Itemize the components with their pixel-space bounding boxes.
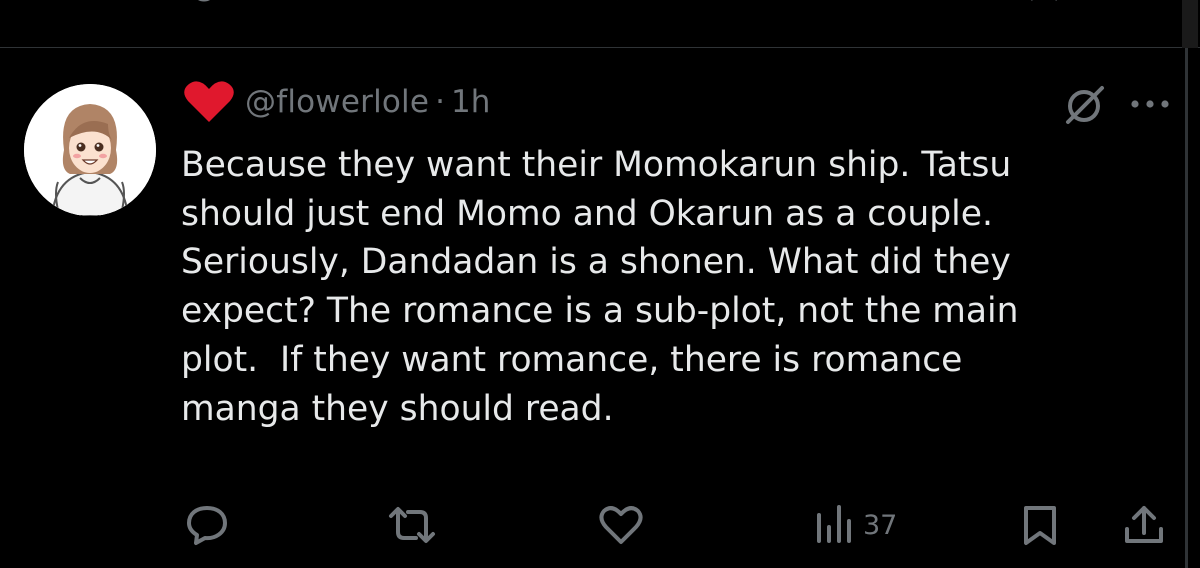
share-button[interactable]	[1122, 500, 1166, 550]
like-icon	[599, 506, 643, 544]
bookmark-button[interactable]	[1020, 500, 1060, 550]
bookmark-icon	[1024, 506, 1056, 545]
dot-separator: ·	[435, 84, 445, 120]
bookmark-icon-partial[interactable]	[1030, 0, 1058, 12]
grok-icon[interactable]	[1062, 84, 1110, 126]
heart-emoji-icon	[184, 81, 234, 122]
previous-post-actions	[0, 0, 1200, 20]
post-text: Because they want their Momokarun ship. …	[181, 145, 1019, 429]
views-icon-partial[interactable]	[812, 0, 840, 12]
more-options-icon[interactable]	[1128, 96, 1172, 112]
author-handle[interactable]: @flowerlole	[245, 84, 429, 120]
like-icon-partial[interactable]	[604, 0, 632, 12]
scrollbar-thumb[interactable]	[1182, 0, 1198, 48]
views-icon	[817, 505, 851, 543]
avatar[interactable]	[24, 84, 156, 216]
repost-button[interactable]	[386, 500, 438, 550]
views-button[interactable]: 37	[813, 500, 897, 550]
share-icon	[1125, 506, 1163, 543]
divider	[0, 47, 1200, 48]
reply-icon-partial[interactable]	[190, 0, 218, 12]
scrollbar[interactable]	[1182, 0, 1200, 568]
scrollbar-track	[1185, 0, 1188, 568]
like-button[interactable]	[598, 500, 644, 550]
post-actions: 37	[0, 500, 1200, 550]
post-time[interactable]: 1h	[451, 84, 490, 120]
repost-icon	[389, 507, 435, 543]
views-count: 37	[863, 509, 898, 541]
post-header: @flowerlole · 1h	[183, 80, 490, 124]
repost-icon-partial[interactable]	[392, 0, 420, 12]
reply-icon	[187, 506, 227, 545]
reply-button[interactable]	[185, 500, 229, 550]
avatar-illustration	[24, 84, 156, 216]
